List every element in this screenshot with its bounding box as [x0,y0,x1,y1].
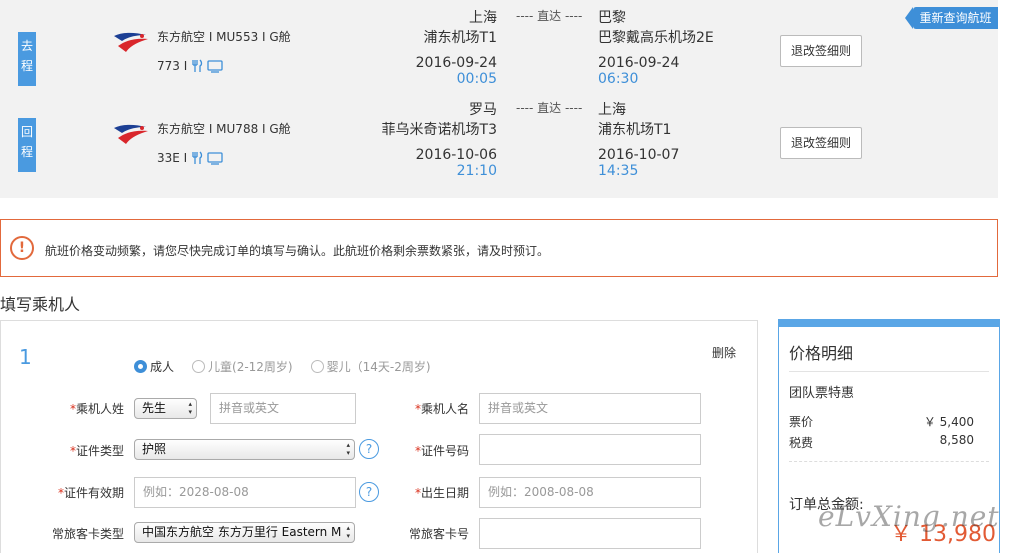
birth-date-label: *出生日期 [414,486,469,500]
surname-label: *乘机人姓 [69,402,124,416]
frequent-flyer-number-label: 常旅客卡号 [408,527,469,541]
arrival-date: 2016-09-24 [598,55,680,71]
birth-date-input[interactable]: 例如：2008-08-08 [479,477,701,508]
tax-label: 税费 [789,436,814,450]
delete-passenger-link[interactable]: 删除 [712,344,736,361]
radio-button[interactable] [134,360,147,373]
arrival-airport: 巴黎戴高乐机场2E [598,30,714,46]
given-name-input[interactable]: 拼音或英文 [479,393,701,424]
meal-icon [192,59,203,72]
arrival-city: 上海 [598,102,626,118]
frequent-flyer-type-select[interactable]: 中国东方航空 东方万里行 Eastern M [134,522,355,543]
section-title: 填写乘机人 [0,295,81,314]
outbound-tag: 去程 [18,32,36,86]
departure-airport: 浦东机场T1 [423,30,497,46]
fare-label: 票价 [789,415,814,429]
id-expiry-input[interactable]: 例如：2028-08-08 [134,477,356,508]
direct-flight-label: ---- 直达 ---- [516,9,583,23]
departure-city: 上海 [469,10,497,26]
radio-label: 婴儿（14天-2周岁) [326,360,431,374]
frequent-flyer-number-input[interactable] [479,518,701,549]
id-expiry-label: *证件有效期 [57,486,124,500]
id-type-select[interactable]: 护照 [134,439,355,460]
divider [789,371,989,372]
arrival-city: 巴黎 [598,10,626,26]
aircraft-type: 33E I [157,151,188,165]
surname-input[interactable]: 拼音或英文 [210,393,356,424]
departure-time: 00:05 [456,71,497,87]
return-tag: 回程 [18,118,36,172]
radio-button[interactable] [192,360,206,373]
refund-change-rules-button[interactable]: 退改签细则 [780,35,862,67]
entertainment-icon [207,59,223,73]
radio-label: 成人 [150,360,175,374]
frequent-flyer-type-label: 常旅客卡类型 [51,527,124,541]
aircraft-info: 773 I [157,59,223,73]
departure-date: 2016-10-06 [415,147,497,163]
departure-date: 2016-09-24 [415,55,497,71]
direct-flight-label: ---- 直达 ---- [516,101,583,115]
radio-label: 儿童(2-12周岁) [208,360,293,374]
meal-icon [192,151,203,164]
china-eastern-logo-icon [114,124,148,144]
radio-child[interactable]: 儿童(2-12周岁) [192,358,293,375]
arrival-date: 2016-10-07 [598,147,680,163]
airline-info: 东方航空 I MU553 I G舱 [157,30,291,44]
departure-airport: 菲乌米奇诺机场T3 [381,122,497,138]
title-select[interactable]: 先生 [134,398,197,419]
china-eastern-logo-icon [114,32,148,52]
aircraft-type: 773 I [157,59,188,73]
id-type-label: *证件类型 [69,444,124,458]
watermark: eLvXing.net [818,500,1000,533]
tax-value: 8,580 [939,433,974,447]
departure-city: 罗马 [469,102,497,118]
id-number-label: *证件号码 [414,444,469,458]
given-name-label: *乘机人名 [414,402,469,416]
arrival-time: 14:35 [598,163,639,179]
radio-infant[interactable]: 婴儿（14天-2周岁) [310,358,431,375]
arrival-airport: 浦东机场T1 [598,122,672,138]
refund-change-rules-button[interactable]: 退改签细则 [780,127,862,159]
divider [789,461,989,462]
entertainment-icon [207,151,223,165]
price-subtitle: 团队票特惠 [789,386,855,401]
passenger-type-group: 成人 儿童(2-12周岁) 婴儿（14天-2周岁) [134,358,431,375]
radio-button[interactable] [310,360,324,373]
id-number-input[interactable] [479,434,701,465]
arrival-time: 06:30 [598,71,639,87]
aircraft-info: 33E I [157,151,223,165]
price-detail-title: 价格明细 [789,344,854,363]
airline-info: 东方航空 I MU788 I G舱 [157,122,291,136]
price-warning-banner: ! 航班价格变动频繁，请您尽快完成订单的填写与确认。此航班价格剩余票数紧张，请及… [0,219,998,277]
radio-adult[interactable]: 成人 [134,358,174,375]
fare-value: ￥ 5,400 [923,415,974,429]
requery-flights-button[interactable]: 重新查询航班 [905,7,998,29]
departure-time: 21:10 [456,163,497,179]
warning-icon: ! [10,236,34,260]
warning-text: 航班价格变动频繁，请您尽快完成订单的填写与确认。此航班价格剩余票数紧张，请及时预… [45,244,550,258]
passenger-number: 1 [19,345,32,369]
